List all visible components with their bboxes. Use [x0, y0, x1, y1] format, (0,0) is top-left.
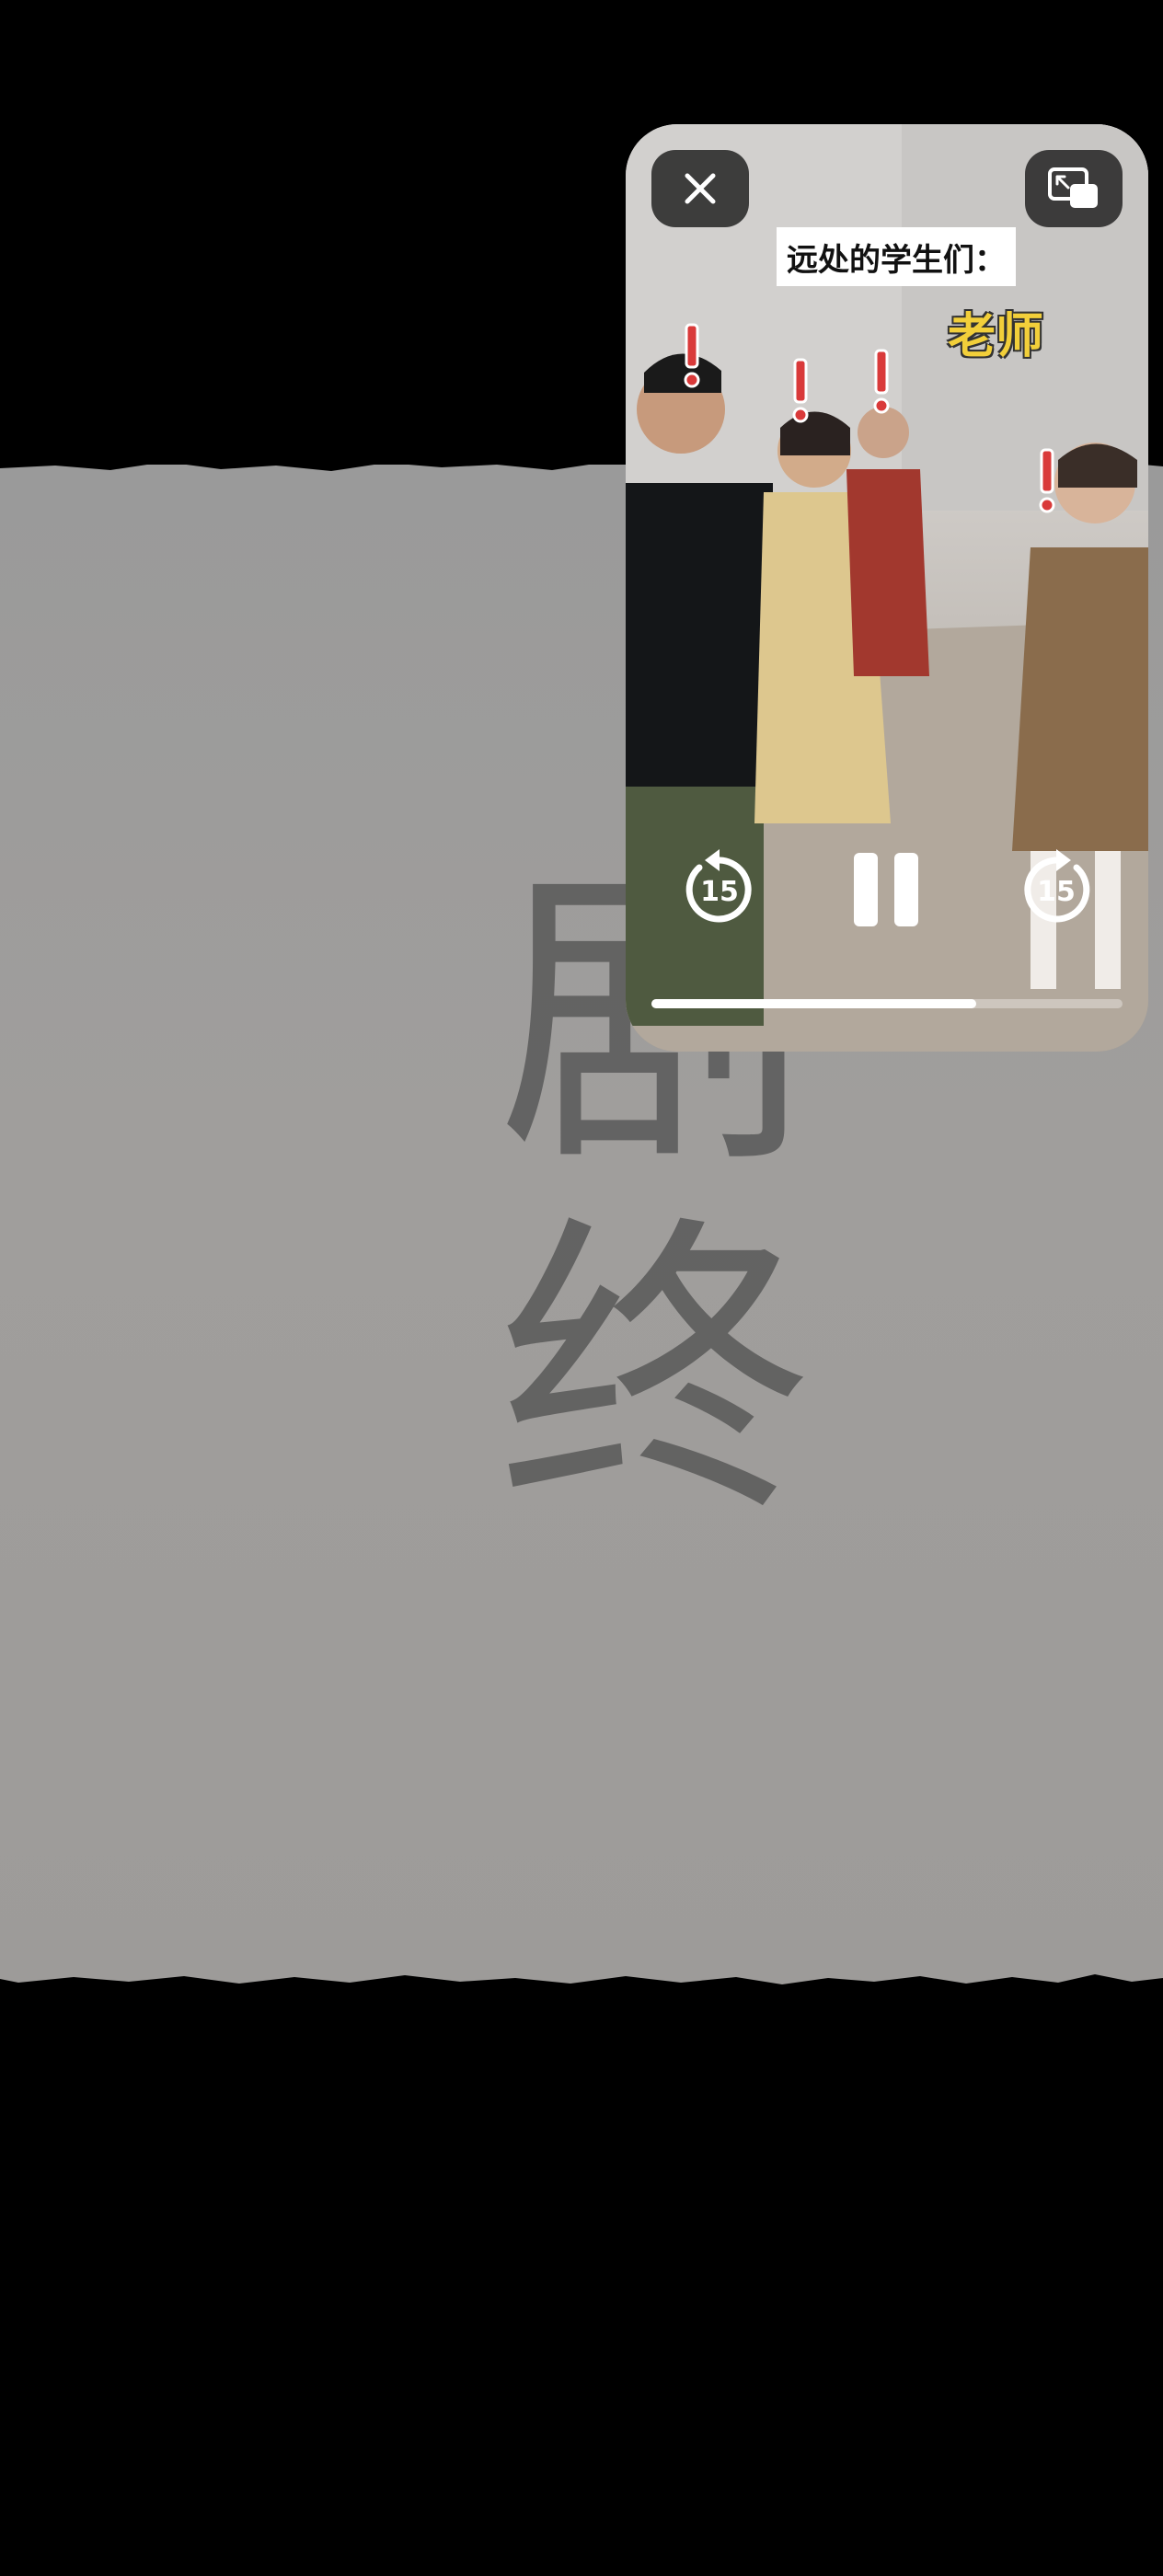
video-caption: 老师 [948, 309, 1044, 364]
pause-button[interactable] [841, 844, 933, 936]
torn-edge-bottom [0, 1974, 1163, 2006]
close-icon [685, 173, 716, 204]
skip-back-button[interactable]: 15 [674, 844, 766, 936]
skip-forward-label: 15 [1037, 876, 1076, 908]
skip-back-label: 15 [700, 876, 739, 908]
skip-forward-15-icon: 15 [1024, 849, 1090, 923]
close-button[interactable] [651, 150, 749, 227]
progress-fill [651, 999, 977, 1008]
progress-bar[interactable] [651, 999, 1123, 1008]
pause-icon [854, 853, 918, 926]
skip-back-15-icon: 15 [685, 849, 752, 923]
skip-forward-button[interactable]: 15 [1010, 844, 1102, 936]
video-subtitle: 远处的学生们： [777, 227, 1016, 286]
picture-in-picture-window[interactable]: 远处的学生们： 老师 15 15 [626, 124, 1148, 1052]
expand-pip-icon [1048, 167, 1098, 208]
expand-pip-button[interactable] [1025, 150, 1123, 227]
